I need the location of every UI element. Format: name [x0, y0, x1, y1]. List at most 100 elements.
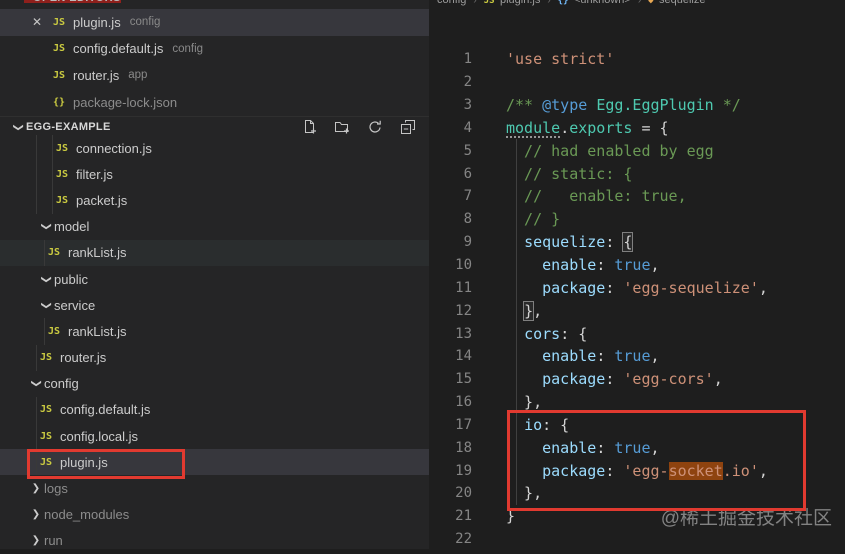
obj-symbol-icon: {} [557, 0, 574, 6]
js-file-icon: JS [56, 194, 69, 206]
code-token: 'use strict' [506, 50, 615, 69]
breadcrumb-label: plugin.js [499, 0, 541, 6]
code-line-1[interactable]: 1 'use strict' [429, 48, 845, 71]
tree-item-config.default.js[interactable]: JS config.default.js [0, 396, 429, 424]
breadcrumb-item-4[interactable]: ◆ sequelize [648, 0, 705, 6]
new-folder-button[interactable] [334, 119, 350, 135]
code-line-7[interactable]: 7 // enable: true, [429, 185, 845, 208]
breadcrumb-item-3[interactable]: {} <unknown> [558, 0, 631, 6]
tree-indent-guide [52, 135, 53, 162]
code-line-4[interactable]: 4 module.exports = { [429, 117, 845, 140]
breadcrumb-label: <unknown> [573, 0, 631, 6]
tree-item-filter.js[interactable]: JS filter.js [0, 161, 429, 188]
code-line-13[interactable]: 13 cors: { [429, 322, 845, 345]
code-line-8[interactable]: 8 // } [429, 208, 845, 231]
tree-item-label: node_modules [44, 507, 130, 523]
tree-item-public[interactable]: ❯ public [0, 266, 429, 292]
tree-item-label: config.local.js [60, 428, 139, 444]
code-line-22[interactable]: 22 [429, 528, 845, 551]
breadcrumb-item-2[interactable]: JS plugin.js [484, 0, 541, 6]
code-line-3[interactable]: 3 /** @type Egg.EggPlugin */ [429, 94, 845, 117]
code-token: : [596, 256, 615, 275]
tree-item-run[interactable]: ❯ run [0, 528, 429, 554]
js-file-icon: JS [53, 69, 66, 81]
code-token: cors [524, 324, 561, 343]
open-editor-item-plugin.js[interactable]: ✕ JS plugin.js config [0, 9, 429, 36]
tree-indent-guide [52, 161, 53, 188]
line-number: 17 [455, 416, 472, 433]
code-token: , [533, 301, 543, 320]
tree-item-label: packet.js [76, 192, 128, 208]
code-token: /** [506, 96, 543, 115]
code-text: package: 'egg-cors', [506, 370, 723, 388]
code-token: module [506, 118, 561, 137]
line-number: 8 [463, 211, 472, 228]
open-editors-label: OPEN EDITORS [33, 0, 121, 4]
code-token: 'egg-sequelize' [623, 278, 759, 297]
tree-indent-guide [36, 396, 37, 424]
code-line-11[interactable]: 11 package: 'egg-sequelize', [429, 276, 845, 299]
code-line-15[interactable]: 15 package: 'egg-cors', [429, 368, 845, 391]
code-editor[interactable]: config › JS plugin.js › {} <unknown> › ◆ seque… [429, 0, 845, 549]
code-line-5[interactable]: 5 // had enabled by egg [429, 139, 845, 162]
tree-item-label: rankList.js [68, 323, 127, 339]
line-number: 22 [455, 531, 472, 548]
code-text: enable: true, [506, 256, 659, 275]
line-number: 5 [463, 142, 472, 159]
chevron-down-icon: ❯ [40, 222, 52, 231]
collapse-all-button[interactable] [400, 119, 416, 135]
code-token: sequelize [524, 233, 606, 252]
code-text: // } [506, 210, 560, 228]
code-line-10[interactable]: 10 enable: true, [429, 254, 845, 277]
tree-item-node_modules[interactable]: ❯ node_modules [0, 502, 429, 528]
tree-item-router.js[interactable]: JS router.js [0, 344, 429, 371]
refresh-button[interactable] [367, 119, 383, 135]
line-number: 9 [463, 234, 472, 251]
open-editor-item-config.default.js[interactable]: JS config.default.js config [0, 36, 429, 63]
breadcrumb-item-1[interactable]: config [437, 0, 466, 6]
code-line-6[interactable]: 6 // static: { [429, 162, 845, 185]
tree-item-label: logs [44, 481, 68, 497]
js-file-icon: JS [56, 142, 69, 154]
new-file-button[interactable] [301, 119, 317, 135]
line-number: 11 [455, 279, 472, 296]
tree-item-logs[interactable]: ❯ logs [0, 475, 429, 501]
code-token: , [758, 278, 768, 297]
tree-indent-guide [52, 187, 53, 214]
code-text: package: 'egg-sequelize', [506, 279, 768, 297]
tree-item-packet.js[interactable]: JS packet.js [0, 187, 429, 214]
code-line-9[interactable]: 9 sequelize: { [429, 231, 845, 254]
tree-item-rankList.js[interactable]: JS rankList.js [0, 239, 429, 266]
js-symbol-icon: JS [483, 0, 500, 6]
tree-item-config.local.js[interactable]: JS config.local.js [0, 423, 429, 450]
tree-item-rankList.js[interactable]: JS rankList.js [0, 318, 429, 345]
line-number: 3 [463, 97, 472, 114]
open-editor-item-package-lock.json[interactable]: {} package-lock.json [0, 89, 429, 116]
tree-item-label: config.default.js [60, 402, 151, 418]
tree-item-config[interactable]: ❯ config [0, 371, 429, 397]
code-line-12[interactable]: 12 }, [429, 299, 845, 322]
code-token: enable [542, 347, 597, 366]
code-token: Egg.EggPlugin [596, 96, 714, 115]
open-editor-item-router.js[interactable]: JS router.js app [0, 62, 429, 89]
explorer-section-header[interactable]: ❯ EGG-EXAMPLE [0, 116, 429, 137]
line-number: 16 [455, 394, 472, 411]
code-token: { [622, 232, 634, 253]
breadcrumb: config › JS plugin.js › {} <unknown> › ◆ seque… [429, 0, 845, 11]
code-token: : [605, 278, 624, 297]
tree-item-connection.js[interactable]: JS connection.js [0, 135, 429, 162]
code-token: } [523, 300, 535, 321]
js-file-icon: JS [40, 352, 53, 364]
line-number: 1 [463, 51, 472, 68]
breadcrumb-separator: › [473, 0, 477, 6]
code-line-2[interactable]: 2 [429, 71, 845, 94]
tree-item-service[interactable]: ❯ service [0, 292, 429, 318]
breadcrumb-label: sequelize [659, 0, 706, 6]
breadcrumb-separator: › [637, 0, 642, 6]
code-line-14[interactable]: 14 enable: true, [429, 345, 845, 368]
tree-item-model[interactable]: ❯ model [0, 214, 429, 240]
close-icon[interactable]: ✕ [32, 16, 53, 28]
code-text: }, [506, 300, 543, 321]
line-number: 12 [455, 302, 472, 319]
